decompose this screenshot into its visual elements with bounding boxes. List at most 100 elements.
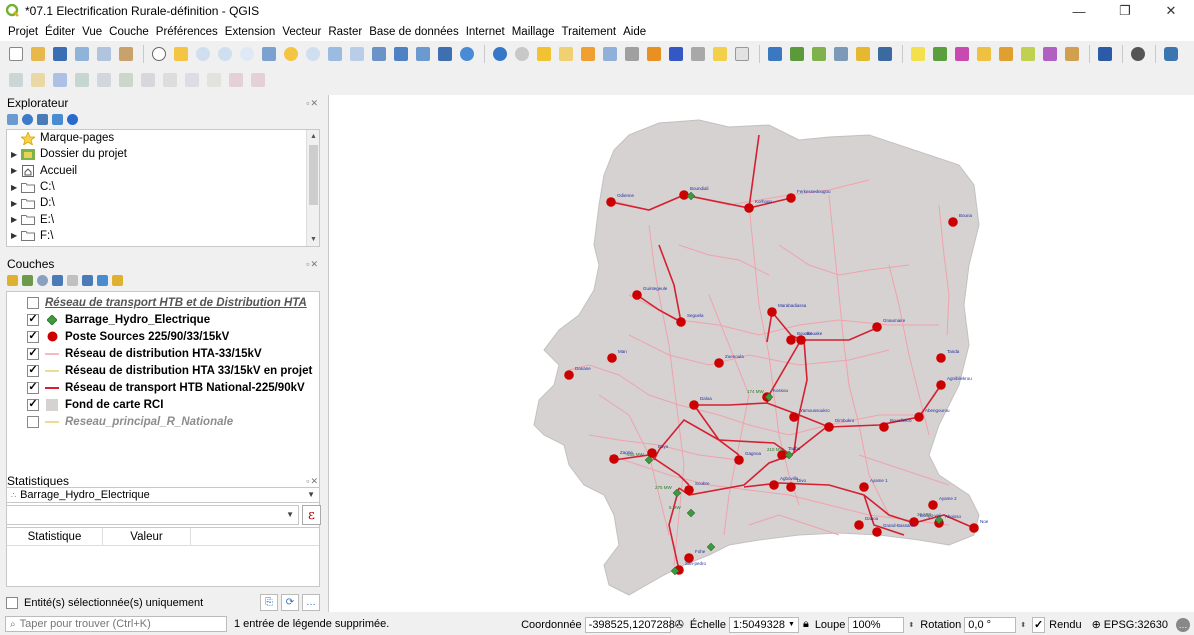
substation-dot[interactable] <box>609 454 619 464</box>
column-header-statistique[interactable]: Statistique <box>7 528 103 545</box>
help-icon[interactable] <box>1095 44 1115 64</box>
substation-dot[interactable] <box>859 482 869 492</box>
layer-row-fond[interactable]: ✓ Fond de carte RCI <box>7 396 319 413</box>
explorer-tree[interactable]: Marque-pages ▶ Dossier du projet ▶ Accue… <box>6 129 320 247</box>
bookmarks-icon[interactable] <box>413 44 433 64</box>
layer-row-hta-projet[interactable]: ✓ Réseau de distribution HTA 33/15kV en … <box>7 362 319 379</box>
substation-dot[interactable] <box>684 485 694 495</box>
substation-dot[interactable] <box>854 520 864 530</box>
column-header-valeur[interactable]: Valeur <box>103 528 191 545</box>
copy-icon[interactable]: ⎘ <box>260 594 278 611</box>
select-features-icon[interactable] <box>534 44 554 64</box>
coordinate-field[interactable]: -398525,1207288 <box>584 616 675 633</box>
collapse-all-icon[interactable] <box>97 274 108 286</box>
rotation-field[interactable]: 0,0 ° <box>964 616 1017 633</box>
current-edits-icon[interactable] <box>6 70 26 90</box>
substation-dot[interactable] <box>689 400 699 410</box>
save-edits-icon[interactable] <box>50 70 70 90</box>
layer-checkbox[interactable]: ✓ <box>27 398 39 411</box>
temporal-icon[interactable] <box>435 44 455 64</box>
refresh-icon[interactable]: ⟳ <box>281 594 299 611</box>
add-layers-icon[interactable] <box>7 113 18 125</box>
style-manager-icon[interactable] <box>116 44 136 64</box>
save-project-icon[interactable] <box>50 44 70 64</box>
expand-arrow-icon[interactable]: ▶ <box>11 166 21 175</box>
vertex-tool-icon[interactable] <box>116 70 136 90</box>
tree-item-drive-e[interactable]: ▶ E:\ <box>7 211 319 227</box>
render-checkbox[interactable]: ✓ <box>1032 616 1046 633</box>
field-calculator-icon[interactable] <box>622 44 642 64</box>
layer-row-hta[interactable]: ✓ Réseau de distribution HTA-33/15kV <box>7 345 319 362</box>
selected-only-checkbox[interactable] <box>6 597 18 609</box>
statistics-field-select[interactable]: ▼ <box>6 505 299 525</box>
python-console-icon[interactable] <box>809 44 829 64</box>
text-annotation-icon[interactable] <box>732 44 752 64</box>
expand-arrow-icon[interactable]: ▶ <box>11 183 21 192</box>
tree-item-project-folder[interactable]: ▶ Dossier du projet <box>7 146 319 162</box>
substation-dot[interactable] <box>679 190 689 200</box>
dock-close-icon[interactable]: ▫✕ <box>306 259 319 270</box>
label-pin-icon[interactable] <box>930 44 950 64</box>
layer-checkbox[interactable]: ✓ <box>27 330 39 343</box>
layout-manager-icon[interactable] <box>94 44 114 64</box>
python-icon[interactable] <box>1161 44 1181 64</box>
plugin-extra-icon[interactable] <box>1128 44 1148 64</box>
substation-dot[interactable] <box>564 370 574 380</box>
substation-dot[interactable] <box>714 358 724 368</box>
paste-features-icon[interactable] <box>204 70 224 90</box>
layer-checkbox[interactable] <box>27 415 39 428</box>
menu-traitement[interactable]: Traitement <box>562 26 617 38</box>
substation-dot[interactable] <box>969 523 979 533</box>
dock-close-icon[interactable]: ▫✕ <box>306 98 319 109</box>
processing-toolbox-icon[interactable] <box>644 44 664 64</box>
messages-icon[interactable]: … <box>1176 617 1190 632</box>
magnifier-spinner[interactable]: ⬍ <box>908 621 914 629</box>
filter-expression-icon[interactable] <box>67 274 78 286</box>
menu-extension[interactable]: Extension <box>225 26 276 38</box>
map-render[interactable]: Odienne Boundiali Korhogo Ferkessedougou Bou… <box>329 95 1194 612</box>
lock-icon[interactable]: 🔒︎ <box>803 618 809 631</box>
close-button[interactable]: ✕ <box>1148 0 1194 22</box>
layer-checkbox[interactable]: ✓ <box>27 381 39 394</box>
scrollbar-thumb[interactable] <box>309 145 318 205</box>
label-rotate-icon[interactable] <box>996 44 1016 64</box>
georeferencer-icon[interactable] <box>765 44 785 64</box>
menu-preferences[interactable]: Préférences <box>156 26 218 38</box>
map-tips-icon[interactable] <box>710 44 730 64</box>
new-map-view-icon[interactable] <box>391 44 411 64</box>
digitize-vertex-icon[interactable] <box>72 70 92 90</box>
substation-dot[interactable] <box>936 380 946 390</box>
open-project-icon[interactable] <box>28 44 48 64</box>
locator-search-input[interactable]: ⌕ Taper pour trouver (Ctrl+K) <box>5 616 227 632</box>
substation-dot[interactable] <box>824 422 834 432</box>
substation-dot[interactable] <box>606 197 616 207</box>
restore-button[interactable]: ❐ <box>1102 0 1148 22</box>
menu-editer[interactable]: Éditer <box>45 26 75 38</box>
substation-dot[interactable] <box>796 335 806 345</box>
substation-dot[interactable] <box>928 500 938 510</box>
zoom-last-icon[interactable] <box>347 44 367 64</box>
measure-icon[interactable] <box>688 44 708 64</box>
undo-icon[interactable] <box>226 70 246 90</box>
db-manager-icon[interactable] <box>853 44 873 64</box>
remove-layer-icon[interactable] <box>112 274 123 286</box>
tree-item-drive-c[interactable]: ▶ C:\ <box>7 179 319 195</box>
magnifier-field[interactable]: 100% <box>848 616 905 633</box>
zoom-native-icon[interactable] <box>325 44 345 64</box>
layer-row-group-network[interactable]: Réseau de transport HTB et de Distributi… <box>7 294 319 311</box>
label-show-hide-icon[interactable] <box>1040 44 1060 64</box>
substation-dot[interactable] <box>744 203 754 213</box>
expand-all-icon[interactable] <box>82 274 93 286</box>
crs-button[interactable]: EPSG:32630 <box>1104 619 1168 631</box>
substation-dot[interactable] <box>914 412 924 422</box>
coordinate-toggle-icon[interactable]: ✇ <box>675 618 684 631</box>
layer-checkbox[interactable]: ✓ <box>27 364 39 377</box>
zoom-in-icon[interactable] <box>193 44 213 64</box>
scroll-up-icon[interactable]: ▲ <box>307 130 319 143</box>
substation-dot[interactable] <box>607 353 617 363</box>
add-group-icon[interactable] <box>22 274 33 286</box>
substation-dot[interactable] <box>786 335 796 345</box>
substation-dot[interactable] <box>872 527 882 537</box>
plugin-manager-icon[interactable] <box>787 44 807 64</box>
more-options-icon[interactable]: … <box>302 594 320 611</box>
